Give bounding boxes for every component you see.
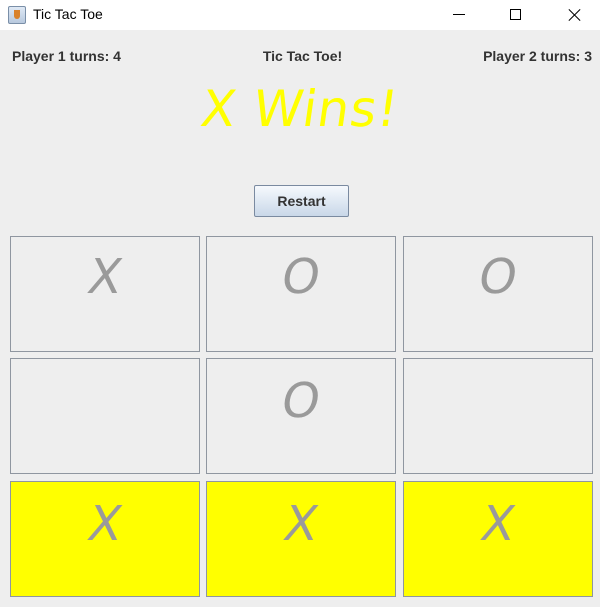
board-cell-4[interactable]: O: [206, 358, 396, 474]
minimize-icon: [453, 14, 465, 15]
cell-mark: O: [474, 249, 522, 305]
minimize-button[interactable]: [436, 0, 482, 30]
board-cell-0[interactable]: X: [10, 236, 200, 352]
board-cell-8[interactable]: X: [403, 481, 593, 597]
board-cell-3[interactable]: [10, 358, 200, 474]
board-cell-1[interactable]: O: [206, 236, 396, 352]
cell-mark: O: [277, 249, 325, 305]
close-icon: [568, 8, 582, 22]
maximize-button[interactable]: [493, 0, 539, 30]
player2-turns: Player 2 turns: 3: [483, 48, 592, 64]
window-title: Tic Tac Toe: [33, 6, 103, 22]
board-cell-2[interactable]: O: [403, 236, 593, 352]
result-message: X Wins!: [197, 80, 403, 138]
maximize-icon: [510, 9, 521, 20]
board-cell-7[interactable]: X: [206, 481, 396, 597]
board-cell-5[interactable]: [403, 358, 593, 474]
close-button[interactable]: [551, 0, 597, 30]
cell-mark: O: [277, 373, 325, 429]
cell-mark: X: [83, 496, 127, 552]
java-app-icon: [8, 6, 26, 24]
cell-mark: X: [279, 496, 323, 552]
board-cell-6[interactable]: X: [10, 481, 200, 597]
title-bar: Tic Tac Toe: [0, 0, 600, 30]
cell-mark: X: [83, 249, 127, 305]
restart-button[interactable]: Restart: [254, 185, 349, 217]
cell-mark: X: [476, 496, 520, 552]
